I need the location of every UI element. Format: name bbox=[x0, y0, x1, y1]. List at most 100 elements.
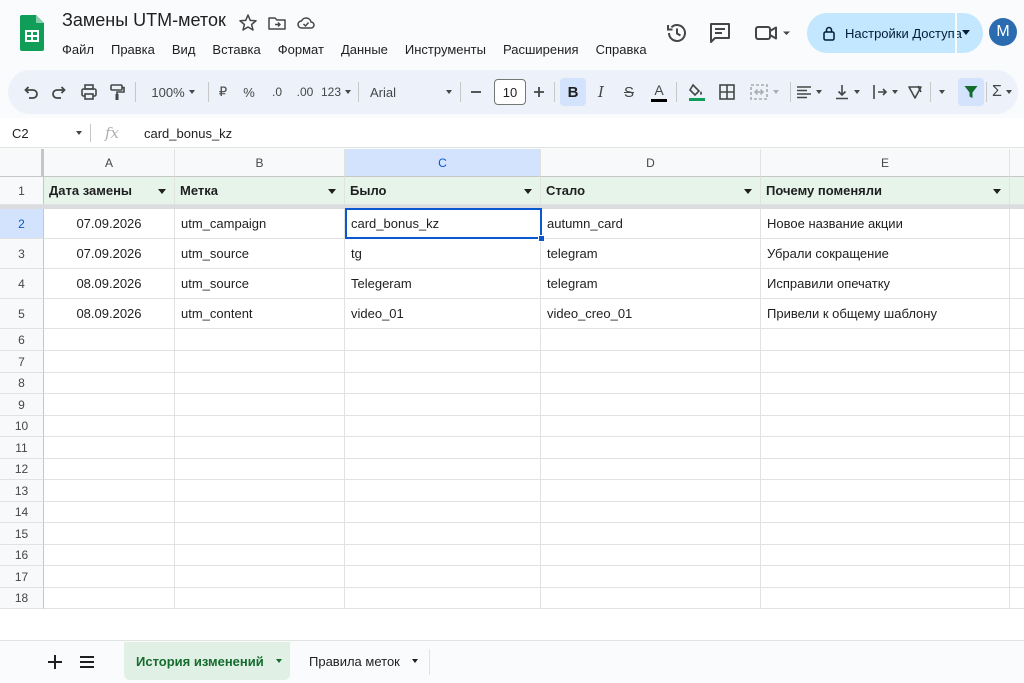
table-cell[interactable] bbox=[541, 523, 761, 545]
row-header[interactable]: 11 bbox=[0, 437, 44, 459]
table-cell[interactable] bbox=[345, 394, 541, 416]
table-cell[interactable]: card_bonus_kz bbox=[345, 209, 541, 239]
table-cell[interactable] bbox=[761, 566, 1010, 588]
text-color-button[interactable]: A bbox=[648, 80, 670, 104]
filter-dropdown-icon[interactable] bbox=[524, 189, 532, 194]
column-header-b[interactable]: B bbox=[175, 149, 345, 177]
table-cell[interactable]: video_creo_01 bbox=[541, 299, 761, 329]
table-cell[interactable] bbox=[345, 588, 541, 609]
table-cell[interactable] bbox=[345, 459, 541, 480]
header-cell[interactable]: Стало bbox=[541, 177, 761, 205]
table-cell[interactable]: telegram bbox=[541, 239, 761, 269]
row-header[interactable]: 14 bbox=[0, 502, 44, 523]
row-header[interactable]: 4 bbox=[0, 269, 44, 299]
table-cell[interactable] bbox=[44, 523, 175, 545]
menu-insert[interactable]: Вставка bbox=[204, 40, 268, 59]
document-title[interactable]: Замены UTM-меток bbox=[62, 10, 226, 31]
borders-icon[interactable] bbox=[716, 80, 738, 104]
table-cell[interactable]: autumn_card bbox=[541, 209, 761, 239]
header-cell[interactable]: Дата замены bbox=[44, 177, 175, 205]
filter-dropdown-icon[interactable] bbox=[744, 189, 752, 194]
header-cell[interactable]: Метка bbox=[175, 177, 345, 205]
chevron-down-icon[interactable] bbox=[962, 30, 970, 35]
currency-format-button[interactable]: ₽ bbox=[214, 80, 232, 104]
align-icon[interactable] bbox=[794, 80, 824, 104]
comments-icon[interactable] bbox=[707, 20, 733, 46]
strikethrough-button[interactable]: S bbox=[618, 80, 640, 104]
formula-input[interactable]: card_bonus_kz bbox=[144, 126, 232, 141]
table-cell[interactable] bbox=[541, 545, 761, 566]
table-cell[interactable] bbox=[175, 329, 345, 351]
table-cell[interactable]: utm_source bbox=[175, 239, 345, 269]
table-cell[interactable] bbox=[541, 416, 761, 437]
table-cell[interactable] bbox=[761, 416, 1010, 437]
row-header[interactable]: 16 bbox=[0, 545, 44, 566]
table-cell[interactable] bbox=[761, 459, 1010, 480]
table-cell[interactable] bbox=[175, 394, 345, 416]
table-cell[interactable] bbox=[175, 437, 345, 459]
table-cell[interactable] bbox=[44, 416, 175, 437]
print-icon[interactable] bbox=[78, 80, 100, 104]
undo-icon[interactable] bbox=[20, 80, 42, 104]
table-cell[interactable] bbox=[175, 351, 345, 373]
row-header[interactable]: 12 bbox=[0, 459, 44, 480]
filter-dropdown-icon[interactable] bbox=[993, 189, 1001, 194]
table-cell[interactable] bbox=[175, 416, 345, 437]
table-cell[interactable] bbox=[175, 588, 345, 609]
sheet-tab-rules[interactable]: Правила меток bbox=[296, 642, 428, 680]
sheets-logo-icon[interactable] bbox=[20, 15, 44, 51]
font-family-select[interactable]: Arial bbox=[370, 80, 452, 104]
table-cell[interactable] bbox=[345, 566, 541, 588]
table-cell[interactable]: 07.09.2026 bbox=[44, 209, 175, 239]
table-cell[interactable] bbox=[541, 329, 761, 351]
percent-format-button[interactable]: % bbox=[240, 80, 258, 104]
wrap-icon[interactable] bbox=[870, 80, 900, 104]
table-cell[interactable] bbox=[175, 373, 345, 394]
header-cell[interactable]: Было bbox=[345, 177, 541, 205]
table-cell[interactable]: Привели к общему шаблону bbox=[761, 299, 1010, 329]
font-size-increase-button[interactable] bbox=[529, 80, 549, 104]
table-cell[interactable] bbox=[761, 523, 1010, 545]
menu-help[interactable]: Справка bbox=[588, 40, 655, 59]
select-all-corner[interactable] bbox=[0, 149, 44, 177]
star-icon[interactable] bbox=[238, 13, 258, 33]
paint-format-icon[interactable] bbox=[106, 80, 128, 104]
table-cell[interactable] bbox=[345, 437, 541, 459]
share-button[interactable]: Настройки Доступа bbox=[807, 13, 983, 53]
table-cell[interactable] bbox=[175, 459, 345, 480]
increase-decimal-button[interactable]: .00 bbox=[292, 80, 318, 104]
table-cell[interactable] bbox=[44, 588, 175, 609]
table-cell[interactable] bbox=[761, 394, 1010, 416]
table-cell[interactable] bbox=[44, 329, 175, 351]
table-cell[interactable] bbox=[541, 566, 761, 588]
zoom-select[interactable]: 100% bbox=[143, 80, 203, 104]
table-cell[interactable] bbox=[44, 480, 175, 502]
table-cell[interactable] bbox=[345, 480, 541, 502]
table-cell[interactable] bbox=[761, 437, 1010, 459]
menu-tools[interactable]: Инструменты bbox=[397, 40, 494, 59]
merge-icon[interactable] bbox=[744, 80, 784, 104]
row-header[interactable]: 6 bbox=[0, 329, 44, 351]
row-header[interactable]: 15 bbox=[0, 523, 44, 545]
fill-handle[interactable] bbox=[538, 235, 545, 242]
table-cell[interactable] bbox=[175, 545, 345, 566]
table-cell[interactable]: Исправили опечатку bbox=[761, 269, 1010, 299]
filter-dropdown-icon[interactable] bbox=[328, 189, 336, 194]
row-header[interactable]: 18 bbox=[0, 588, 44, 609]
table-cell[interactable]: 08.09.2026 bbox=[44, 269, 175, 299]
table-cell[interactable] bbox=[44, 566, 175, 588]
table-cell[interactable] bbox=[345, 545, 541, 566]
column-header-c[interactable]: C bbox=[345, 149, 541, 177]
valign-icon[interactable] bbox=[832, 80, 862, 104]
row-header[interactable]: 3 bbox=[0, 239, 44, 269]
table-cell[interactable]: telegram bbox=[541, 269, 761, 299]
table-cell[interactable] bbox=[541, 459, 761, 480]
row-header[interactable]: 7 bbox=[0, 351, 44, 373]
row-header[interactable]: 2 bbox=[0, 209, 44, 239]
avatar[interactable]: M bbox=[989, 18, 1017, 46]
table-cell[interactable] bbox=[44, 351, 175, 373]
table-cell[interactable] bbox=[44, 545, 175, 566]
functions-icon[interactable]: Σ bbox=[990, 80, 1014, 104]
table-cell[interactable] bbox=[345, 523, 541, 545]
frozen-row-divider[interactable] bbox=[0, 205, 1024, 209]
